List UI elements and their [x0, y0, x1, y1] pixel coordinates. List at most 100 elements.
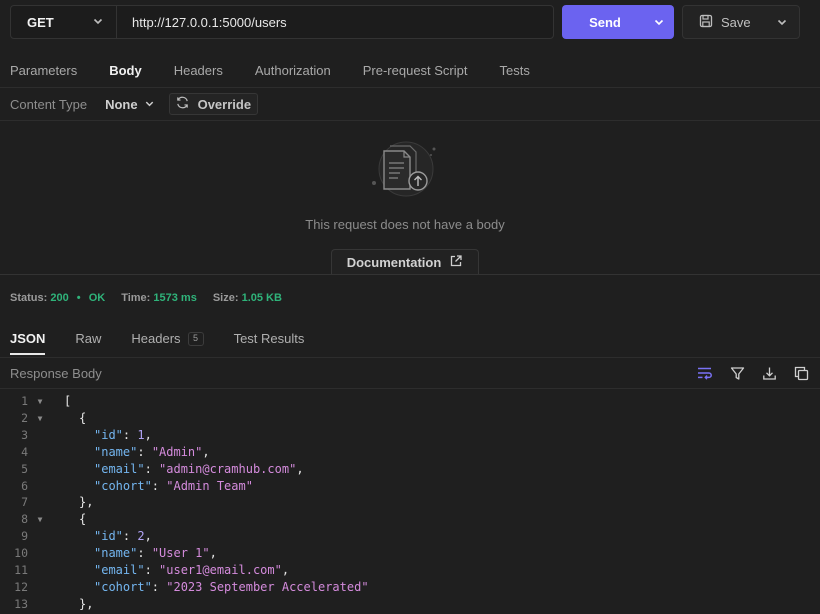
json-key: "name" — [94, 444, 138, 459]
fold-toggle-icon[interactable]: ▼ — [28, 515, 52, 524]
tab-pre-request-script[interactable]: Pre-request Script — [363, 56, 468, 88]
json-key: "cohort" — [94, 579, 152, 594]
json-string: "2023 September Accelerated" — [166, 579, 369, 594]
code-line: 4 "name": "Admin", — [0, 444, 820, 461]
document-upload-icon — [368, 139, 440, 202]
json-key: "id" — [94, 529, 123, 544]
refresh-icon — [175, 95, 190, 113]
line-number: 10 — [14, 546, 28, 561]
line-number: 4 — [21, 444, 28, 459]
json-string: "user1@email.com" — [159, 562, 282, 577]
url-input[interactable] — [117, 6, 553, 38]
json-string: "Admin" — [151, 444, 203, 459]
response-actions — [696, 364, 810, 382]
send-button[interactable]: Send — [562, 5, 674, 39]
json-key: "id" — [94, 428, 123, 443]
chevron-down-icon — [92, 15, 104, 30]
external-link-icon — [449, 254, 463, 271]
fold-toggle-icon[interactable]: ▼ — [28, 397, 52, 406]
json-punctuation: : — [137, 546, 152, 561]
line-number: 7 — [21, 495, 28, 510]
content-type-label: Content Type — [10, 96, 88, 112]
override-button[interactable]: Override — [168, 93, 259, 115]
json-punctuation: { — [79, 512, 87, 527]
code-line: 1 ▼ [ — [0, 393, 820, 410]
tab-raw[interactable]: Raw — [75, 322, 101, 355]
tab-response-headers-label: Headers — [131, 331, 181, 346]
tab-parameters[interactable]: Parameters — [10, 56, 77, 88]
status-code: 200 — [50, 292, 69, 304]
empty-body-message: This request does not have a body — [305, 217, 505, 232]
tab-raw-label: Raw — [75, 331, 102, 346]
tab-tests[interactable]: Tests — [500, 56, 530, 88]
wrap-lines-icon[interactable] — [696, 364, 714, 382]
save-button[interactable]: Save — [682, 5, 800, 39]
json-string: "User 1" — [151, 546, 210, 561]
json-viewer[interactable]: 1 ▼[2 ▼{3 "id": 1, 4 "name": "Admin", 5 "email"… — [0, 393, 820, 614]
json-number: 2 — [137, 529, 145, 544]
time-label: Time: — [121, 292, 151, 304]
json-punctuation: }, — [79, 495, 94, 510]
chevron-down-icon — [144, 97, 155, 112]
fold-toggle-icon[interactable]: ▼ — [28, 414, 52, 423]
json-punctuation: : — [144, 461, 160, 476]
copy-icon[interactable] — [792, 364, 810, 382]
code-line: 10 "name": "User 1", — [0, 545, 820, 562]
content-type-select[interactable]: None — [105, 97, 155, 112]
json-punctuation: , — [144, 428, 152, 443]
json-string: "Admin Team" — [166, 478, 253, 493]
code-line: 12 "cohort": "2023 September Accelerated" — [0, 578, 820, 595]
status-label: Status: — [10, 292, 48, 304]
response-status-bar: Status: 200 • OK Time: 1573 ms Size: 1.0… — [10, 292, 298, 304]
json-punctuation: : — [137, 444, 152, 459]
download-icon[interactable] — [760, 364, 778, 382]
line-number: 11 — [14, 562, 28, 577]
code-text: "email": "user1@email.com", — [52, 563, 289, 577]
panel-divider[interactable] — [0, 274, 820, 275]
code-line: 7}, — [0, 494, 820, 511]
line-number: 3 — [21, 428, 28, 443]
send-options-chevron-icon[interactable] — [644, 5, 674, 39]
size-value: 1.05 KB — [241, 292, 282, 304]
filter-icon[interactable] — [728, 364, 746, 382]
code-text: "id": 2, — [52, 529, 152, 543]
headers-count-badge: 5 — [187, 331, 204, 346]
send-label: Send — [589, 14, 621, 30]
line-number: 1 — [21, 394, 28, 409]
json-punctuation: , — [144, 529, 152, 544]
line-number: 9 — [21, 529, 28, 544]
tab-test-results[interactable]: Test Results — [234, 322, 305, 355]
response-body-header: Response Body — [0, 357, 820, 389]
json-punctuation: , — [281, 562, 290, 577]
line-number: 6 — [21, 478, 28, 493]
tab-response-headers[interactable]: Headers 5 — [131, 322, 204, 355]
code-text: }, — [52, 495, 93, 509]
code-text: { — [52, 411, 86, 425]
json-punctuation: , — [296, 461, 304, 476]
request-tabs: Parameters Body Headers Authorization Pr… — [0, 56, 820, 88]
tab-body[interactable]: Body — [109, 56, 142, 88]
code-line: 6 "cohort": "Admin Team" — [0, 477, 820, 494]
tab-json[interactable]: JSON — [10, 322, 46, 355]
documentation-label: Documentation — [346, 255, 442, 270]
code-text: "cohort": "Admin Team" — [52, 479, 253, 493]
save-icon — [699, 14, 713, 31]
json-punctuation: }, — [79, 596, 94, 611]
tab-authorization[interactable]: Authorization — [255, 56, 331, 88]
method-select[interactable]: GET — [11, 6, 117, 38]
code-line: 11 "email": "user1@email.com", — [0, 561, 820, 578]
json-key: "name" — [94, 546, 138, 561]
size-label: Size: — [212, 292, 239, 304]
time-value: 1573 ms — [153, 292, 197, 304]
json-string: "admin@cramhub.com" — [159, 461, 297, 476]
status-dot: • — [76, 292, 81, 304]
save-options-chevron-icon[interactable] — [765, 16, 799, 28]
tab-headers[interactable]: Headers — [174, 56, 223, 88]
documentation-button[interactable]: Documentation — [331, 249, 479, 275]
code-line: 3 "id": 1, — [0, 427, 820, 444]
code-text: "name": "User 1", — [52, 546, 217, 560]
code-text: }, — [52, 597, 93, 611]
method-label: GET — [27, 14, 54, 30]
json-punctuation: : — [122, 428, 138, 443]
status-group: Status: 200 • OK — [10, 292, 105, 304]
